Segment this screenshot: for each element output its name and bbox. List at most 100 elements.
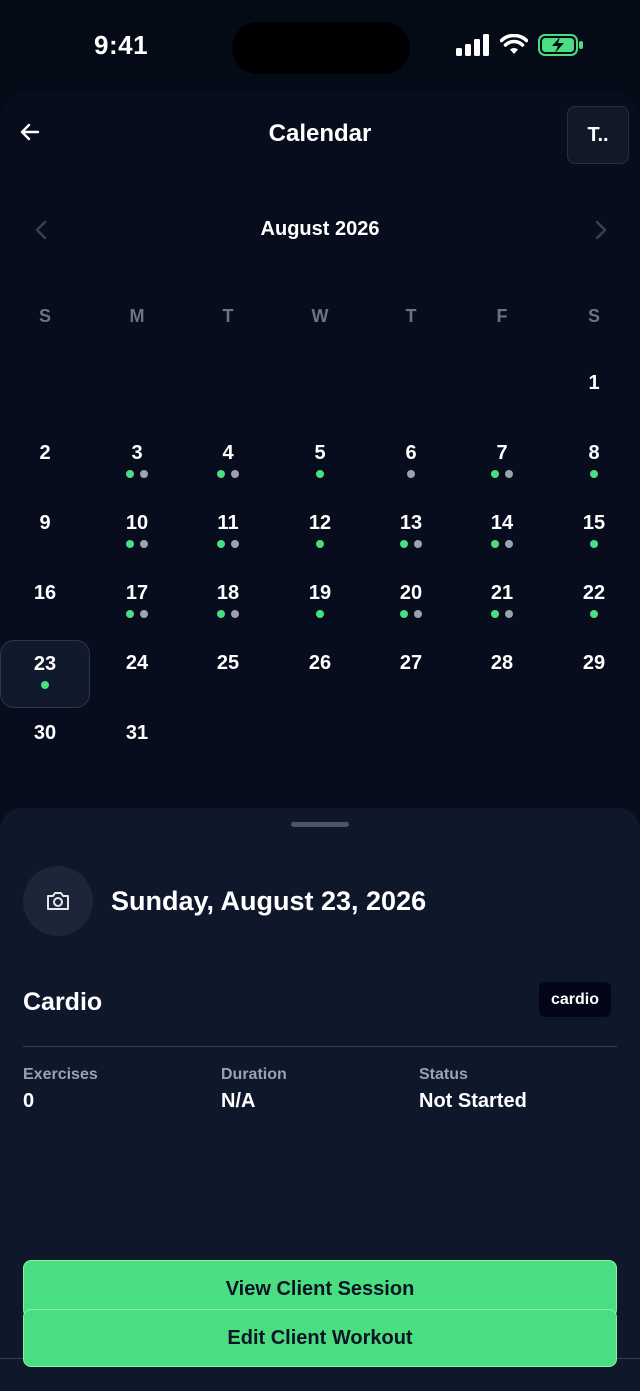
day-number: 24	[125, 652, 149, 674]
calendar-day[interactable]: 31	[92, 710, 182, 778]
calendar-day[interactable]: 12	[275, 500, 365, 568]
stat-exercises: Exercises 0	[23, 1066, 98, 1113]
calendar-day[interactable]: 10	[92, 500, 182, 568]
camera-icon	[47, 892, 69, 910]
sheet-handle[interactable]	[291, 822, 349, 827]
calendar-day[interactable]: 6	[366, 430, 456, 498]
calendar-day[interactable]: 28	[457, 640, 547, 708]
calendar-day[interactable]: 27	[366, 640, 456, 708]
calendar-day[interactable]: 17	[92, 570, 182, 638]
calendar-day[interactable]: 18	[183, 570, 273, 638]
camera-button[interactable]	[23, 866, 93, 936]
day-number: 8	[588, 442, 600, 464]
day-number: 1	[588, 372, 600, 394]
completed-dot	[590, 470, 598, 478]
event-dots	[275, 610, 365, 618]
calendar-day[interactable]: 1	[549, 360, 639, 428]
day-number: 22	[582, 582, 606, 604]
calendar-day[interactable]: 15	[549, 500, 639, 568]
completed-dot	[316, 610, 324, 618]
stat-duration: Duration N/A	[221, 1066, 287, 1113]
calendar-day[interactable]: 24	[92, 640, 182, 708]
stat-status: Status Not Started	[419, 1066, 527, 1113]
calendar-day[interactable]: 30	[0, 710, 90, 778]
day-number: 12	[308, 512, 332, 534]
calendar-day[interactable]: 14	[457, 500, 547, 568]
calendar-day[interactable]: 4	[183, 430, 273, 498]
event-dots	[92, 540, 182, 548]
status-icons	[456, 34, 584, 56]
event-dots	[457, 470, 547, 478]
stat-value: N/A	[221, 1090, 256, 1112]
calendar-day[interactable]: 22	[549, 570, 639, 638]
day-number: 17	[125, 582, 149, 604]
day-number: 11	[217, 512, 239, 534]
calendar-day[interactable]: 20	[366, 570, 456, 638]
day-number: 25	[216, 652, 240, 674]
calendar-day[interactable]: 3	[92, 430, 182, 498]
stat-label: Status	[419, 1066, 468, 1083]
month-label: August 2026	[260, 218, 380, 240]
calendar-day[interactable]: 25	[183, 640, 273, 708]
day-number: 21	[490, 582, 514, 604]
calendar-day[interactable]: 11	[183, 500, 273, 568]
calendar-day[interactable]: 9	[0, 500, 90, 568]
day-number: 26	[308, 652, 332, 674]
event-dots	[366, 610, 456, 618]
calendar-day[interactable]: 7	[457, 430, 547, 498]
event-dots	[457, 610, 547, 618]
completed-dot	[126, 610, 134, 618]
completed-dot	[217, 610, 225, 618]
calendar-day[interactable]: 19	[275, 570, 365, 638]
day-number: 2	[39, 442, 51, 464]
event-dots	[183, 470, 273, 478]
today-button[interactable]: T..	[567, 106, 629, 164]
calendar-day[interactable]: 8	[549, 430, 639, 498]
scheduled-dot	[140, 470, 148, 478]
scheduled-dot	[140, 540, 148, 548]
calendar-day[interactable]: 2	[0, 430, 90, 498]
day-number: 27	[399, 652, 423, 674]
workout-name: Cardio	[23, 988, 103, 1016]
completed-dot	[217, 470, 225, 478]
event-dots	[457, 540, 547, 548]
day-number: 20	[399, 582, 423, 604]
scheduled-dot	[231, 610, 239, 618]
day-number: 14	[490, 512, 514, 534]
calendar-day[interactable]: 16	[0, 570, 90, 638]
day-number: 6	[405, 442, 417, 464]
calendar-day[interactable]: 29	[549, 640, 639, 708]
day-number: 16	[33, 582, 57, 604]
calendar-day[interactable]: 26	[275, 640, 365, 708]
month-navigator: August 2026	[0, 210, 640, 250]
weekday-label: T	[222, 306, 234, 326]
weekday-label: W	[311, 306, 329, 326]
day-number: 9	[39, 512, 51, 534]
calendar-day[interactable]: 23	[0, 640, 90, 708]
wifi-icon	[500, 34, 528, 54]
selected-date-title: Sunday, August 23, 2026	[111, 886, 427, 916]
completed-dot	[590, 610, 598, 618]
event-dots	[549, 610, 639, 618]
next-month-button[interactable]	[588, 218, 612, 242]
edit-client-workout-button[interactable]: Edit Client Workout	[23, 1309, 617, 1367]
calendar-day[interactable]: 13	[366, 500, 456, 568]
divider	[23, 1046, 617, 1047]
completed-dot	[400, 540, 408, 548]
day-number: 7	[496, 442, 508, 464]
event-dots	[92, 610, 182, 618]
calendar-day[interactable]: 21	[457, 570, 547, 638]
calendar-day[interactable]: 5	[275, 430, 365, 498]
status-time: 9:41	[94, 30, 149, 60]
stat-value: 0	[23, 1090, 35, 1112]
day-number: 28	[490, 652, 514, 674]
completed-dot	[400, 610, 408, 618]
status-bar: 9:41	[0, 0, 640, 96]
chevron-right-icon	[595, 220, 607, 240]
completed-dot	[491, 540, 499, 548]
event-dots	[183, 610, 273, 618]
completed-dot	[491, 470, 499, 478]
day-number: 18	[216, 582, 240, 604]
day-number: 4	[222, 442, 234, 464]
event-dots	[1, 681, 89, 689]
